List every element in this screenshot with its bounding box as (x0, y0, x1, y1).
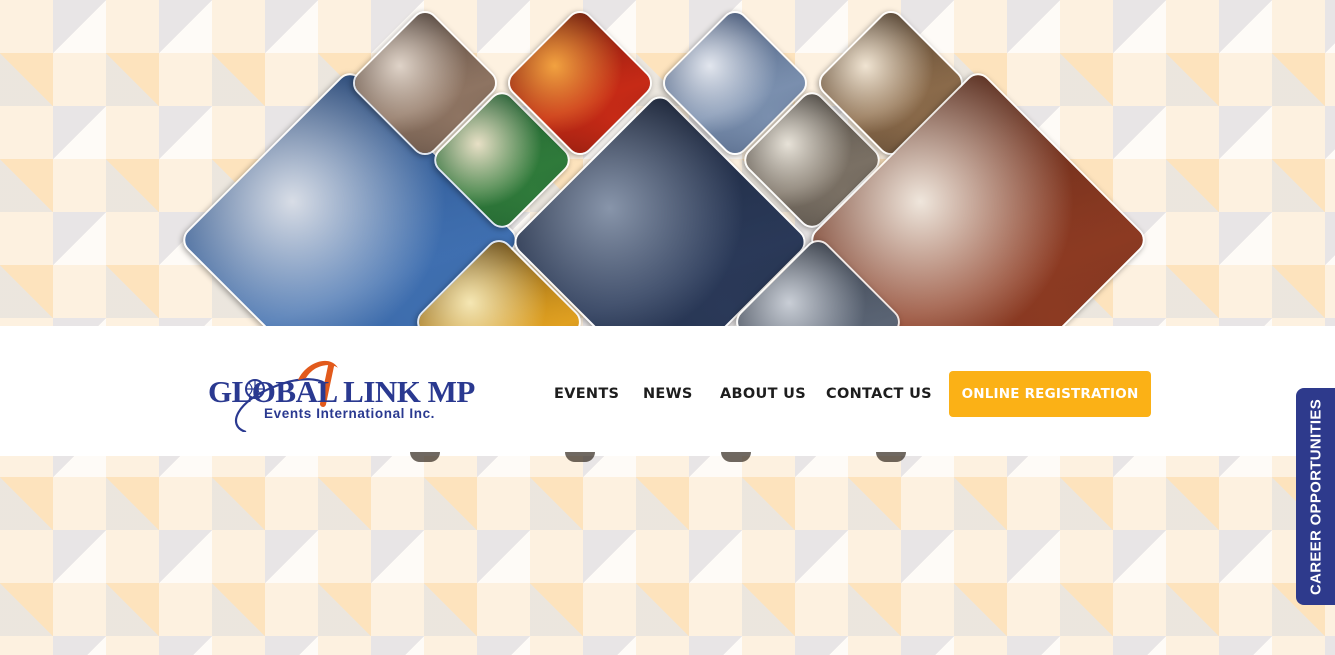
online-registration-button[interactable]: ONLINE REGISTRATION (949, 371, 1151, 417)
logo-sub-text: Events International Inc. (264, 406, 436, 421)
nav-about-us[interactable]: ABOUT US (720, 386, 806, 402)
tile-shadow (410, 452, 440, 462)
nav-news[interactable]: NEWS (643, 386, 693, 402)
tile-shadow (876, 452, 906, 462)
brand-logo[interactable]: GLOBAL LINK MP Events International Inc. (206, 356, 475, 432)
logo-main-text: GLOBAL LINK MP (208, 374, 475, 409)
tile-shadow (565, 452, 595, 462)
hero-collage (0, 0, 1335, 326)
career-tab-label: CAREER OPPORTUNITIES (1307, 398, 1324, 595)
nav-contact-us[interactable]: CONTACT US (826, 386, 932, 402)
nav-events[interactable]: EVENTS (554, 386, 619, 402)
tile-shadow (721, 452, 751, 462)
career-opportunities-tab[interactable]: CAREER OPPORTUNITIES (1296, 388, 1335, 605)
site-header: GLOBAL LINK MP Events International Inc.… (0, 326, 1335, 456)
